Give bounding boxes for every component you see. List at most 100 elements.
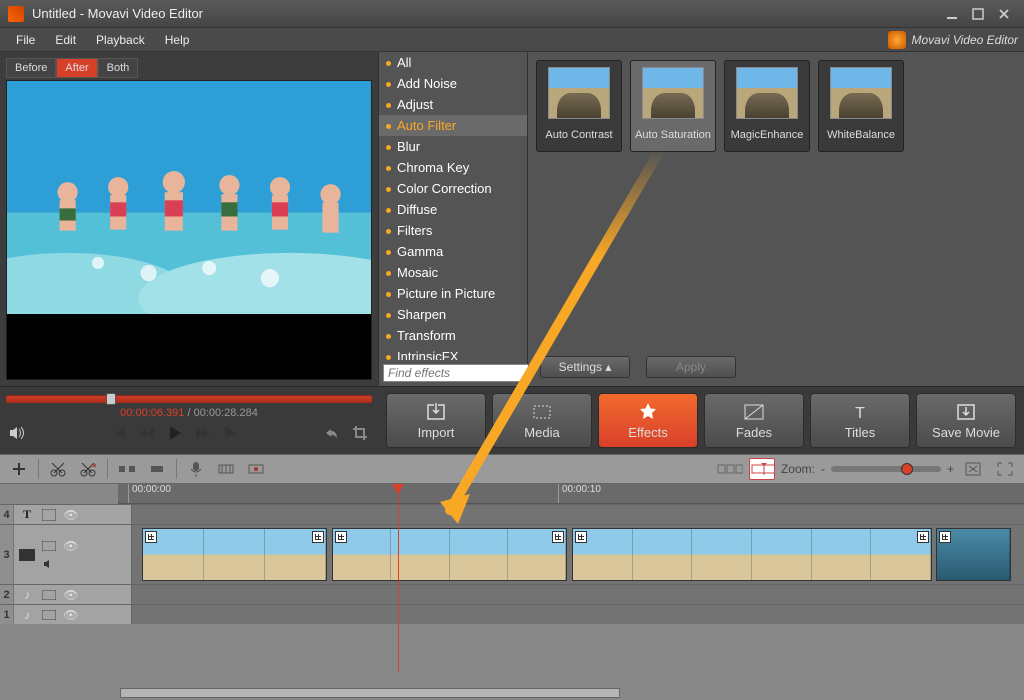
track-fx-icon[interactable] <box>40 587 58 603</box>
fit-to-window-button[interactable] <box>960 458 986 480</box>
timeline-view-button[interactable] <box>749 458 775 480</box>
fx-cat-diffuse[interactable]: Diffuse <box>379 199 527 220</box>
clip-in-marker[interactable] <box>939 531 951 543</box>
clip-out-marker[interactable] <box>312 531 324 543</box>
fx-auto-saturation[interactable]: Auto Saturation <box>630 60 716 152</box>
fx-thumb <box>736 67 798 119</box>
playback-panel: 00:00:06.391 / 00:00:28.284 <box>0 387 378 454</box>
track-2-content[interactable] <box>132 585 1024 604</box>
properties-button[interactable] <box>213 458 239 480</box>
save-movie-label: Save Movie <box>932 425 1000 440</box>
tab-both[interactable]: Both <box>98 58 139 78</box>
titles-button[interactable]: T Titles <box>810 393 910 448</box>
fx-cat-color-correction[interactable]: Color Correction <box>379 178 527 199</box>
play-button[interactable] <box>163 423 187 443</box>
clip-in-marker[interactable] <box>575 531 587 543</box>
close-gap-button[interactable] <box>144 458 170 480</box>
fx-magic-enhance[interactable]: MagicEnhance <box>724 60 810 152</box>
prev-clip-button[interactable] <box>107 423 131 443</box>
cut-remove-button[interactable] <box>75 458 101 480</box>
fullscreen-button[interactable] <box>992 458 1018 480</box>
clip-friends[interactable]: Friends.jpg (0:00:05) <box>332 528 567 581</box>
import-button[interactable]: Import <box>386 393 486 448</box>
maximize-button[interactable] <box>966 5 990 23</box>
tab-before[interactable]: Before <box>6 58 56 78</box>
track-4-content[interactable] <box>132 505 1024 524</box>
title-bar: Untitled - Movavi Video Editor <box>0 0 1024 28</box>
fx-cat-transform[interactable]: Transform <box>379 325 527 346</box>
forward-button[interactable] <box>191 423 215 443</box>
elapsed-time: 00:00:06.391 <box>120 407 184 419</box>
record-button[interactable] <box>243 458 269 480</box>
fx-cat-gamma[interactable]: Gamma <box>379 241 527 262</box>
fx-white-balance[interactable]: WhiteBalance <box>818 60 904 152</box>
zoom-slider[interactable] <box>831 466 941 472</box>
track-3-content[interactable]: Freedom.png (0:00:05) Friends.jpg (0:00:… <box>132 525 1024 584</box>
preview-tabs: Before After Both <box>6 58 372 78</box>
eye-icon[interactable]: 👁 <box>62 507 80 523</box>
media-icon <box>532 402 552 422</box>
storyboard-view-button[interactable] <box>717 458 743 480</box>
menu-file[interactable]: File <box>6 31 45 49</box>
undo-button[interactable] <box>320 423 344 443</box>
track-number: 1 <box>0 605 14 624</box>
scrollbar-thumb[interactable] <box>120 688 620 698</box>
media-button[interactable]: Media <box>492 393 592 448</box>
clip-in-marker[interactable] <box>145 531 157 543</box>
playhead[interactable] <box>398 484 399 672</box>
eye-icon[interactable]: 👁 <box>62 607 80 623</box>
menu-help[interactable]: Help <box>155 31 200 49</box>
fx-cat-sharpen[interactable]: Sharpen <box>379 304 527 325</box>
clip-freedom[interactable]: Freedom.png (0:00:05) <box>142 528 327 581</box>
fx-auto-contrast[interactable]: Auto Contrast <box>536 60 622 152</box>
fx-cat-intrinsicfx[interactable]: IntrinsicFX <box>379 346 527 360</box>
track-fx-icon[interactable] <box>40 607 58 623</box>
settings-button[interactable]: Settings ▴ <box>540 356 630 378</box>
effects-button[interactable]: Effects <box>598 393 698 448</box>
next-clip-button[interactable] <box>219 423 243 443</box>
add-track-button[interactable] <box>6 458 32 480</box>
crop-button[interactable] <box>348 423 372 443</box>
fx-cat-adjust[interactable]: Adjust <box>379 94 527 115</box>
time-display: 00:00:06.391 / 00:00:28.284 <box>6 407 372 419</box>
rewind-button[interactable] <box>135 423 159 443</box>
record-voice-button[interactable] <box>183 458 209 480</box>
fx-cat-blur[interactable]: Blur <box>379 136 527 157</box>
progress-thumb[interactable] <box>106 393 116 405</box>
fx-cat-mosaic[interactable]: Mosaic <box>379 262 527 283</box>
track-fx-icon[interactable] <box>40 538 58 554</box>
mute-button[interactable] <box>6 423 30 443</box>
close-button[interactable] <box>992 5 1016 23</box>
minimize-button[interactable] <box>940 5 964 23</box>
clip-summer[interactable]: Summer.mp4 (0:00:08) <box>572 528 932 581</box>
fx-cat-chroma-key[interactable]: Chroma Key <box>379 157 527 178</box>
media-label: Media <box>524 425 559 440</box>
fx-cat-pip[interactable]: Picture in Picture <box>379 283 527 304</box>
zoom-thumb[interactable] <box>901 463 913 475</box>
save-movie-button[interactable]: Save Movie <box>916 393 1016 448</box>
fades-button[interactable]: Fades <box>704 393 804 448</box>
eye-icon[interactable]: 👁 <box>62 587 80 603</box>
clip-in-marker[interactable] <box>335 531 347 543</box>
timeline-scrollbar[interactable] <box>0 686 1024 700</box>
tab-after[interactable]: After <box>56 58 97 78</box>
track-1-content[interactable] <box>132 605 1024 624</box>
clip-out-marker[interactable] <box>917 531 929 543</box>
find-effects-input[interactable] <box>383 364 550 382</box>
menu-playback[interactable]: Playback <box>86 31 155 49</box>
fx-cat-all[interactable]: All <box>379 52 527 73</box>
fx-cat-auto-filter[interactable]: Auto Filter <box>379 115 527 136</box>
ruler[interactable]: 00:00:00 00:00:10 <box>118 484 1024 504</box>
speaker-icon[interactable] <box>40 556 58 572</box>
clip-out-marker[interactable] <box>552 531 564 543</box>
eye-icon[interactable]: 👁 <box>62 538 80 554</box>
fx-cat-filters[interactable]: Filters <box>379 220 527 241</box>
apply-button[interactable]: Apply <box>646 356 736 378</box>
fx-cat-add-noise[interactable]: Add Noise <box>379 73 527 94</box>
insert-gap-button[interactable] <box>114 458 140 480</box>
cut-button[interactable] <box>45 458 71 480</box>
progress-bar[interactable] <box>6 395 372 403</box>
menu-edit[interactable]: Edit <box>45 31 86 49</box>
track-fx-icon[interactable] <box>40 507 58 523</box>
clip-swim[interactable]: Swi <box>936 528 1011 581</box>
